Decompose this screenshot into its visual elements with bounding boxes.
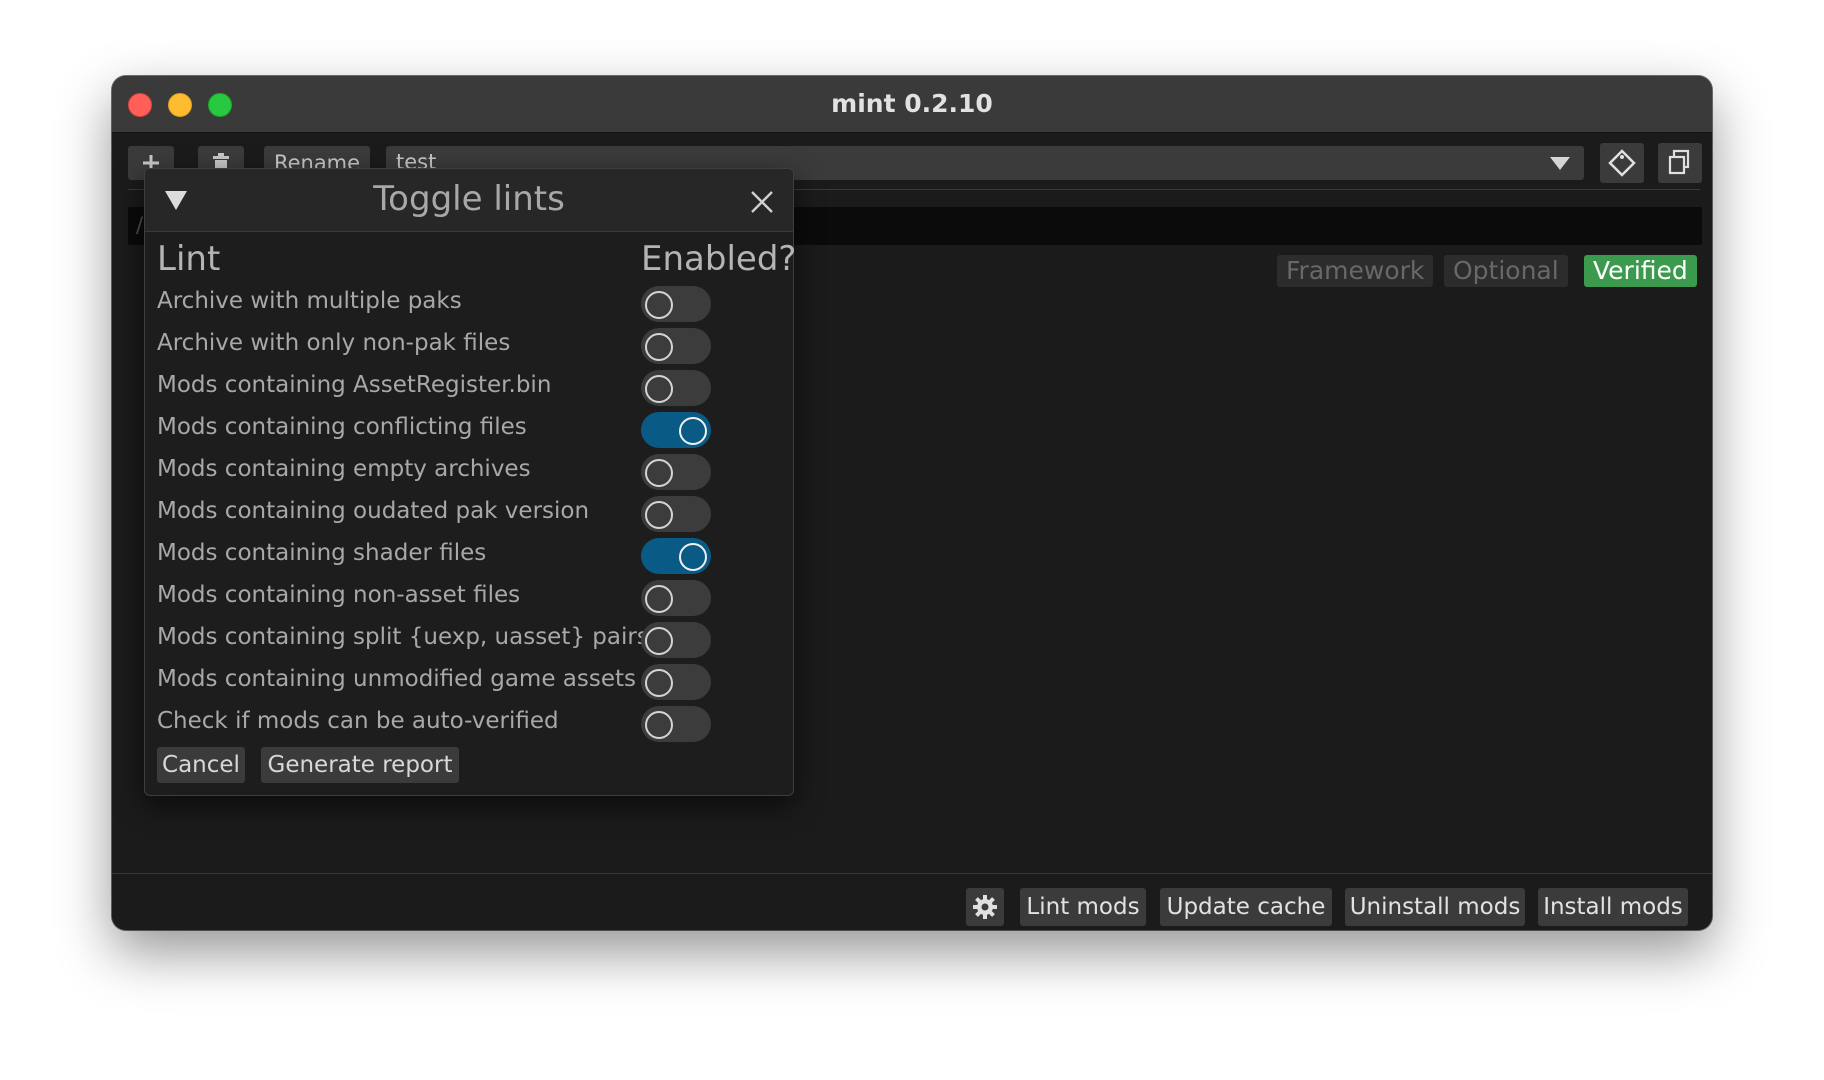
toggle-knob: [645, 333, 673, 361]
lint-row: Mods containing AssetRegister.bin: [145, 368, 793, 410]
enabled-column-header: Enabled?: [641, 239, 797, 279]
toggle-knob: [679, 417, 707, 445]
lint-mods-button[interactable]: Lint mods: [1020, 888, 1146, 926]
mod-url-input-text: /: [136, 213, 144, 237]
lint-toggle[interactable]: [641, 454, 711, 490]
toggle-knob: [645, 711, 673, 739]
lint-row: Mods containing oudated pak version: [145, 494, 793, 536]
chevron-down-icon: [1550, 157, 1570, 170]
copy-button[interactable]: [1658, 143, 1702, 183]
window-title: mint 0.2.10: [831, 89, 993, 118]
lint-toggle[interactable]: [641, 496, 711, 532]
lint-row: Mods containing conflicting files: [145, 410, 793, 452]
lint-row: Mods containing non-asset files: [145, 578, 793, 620]
filter-framework-chip[interactable]: Framework: [1277, 255, 1434, 287]
toggle-knob: [645, 627, 673, 655]
uninstall-mods-button[interactable]: Uninstall mods: [1345, 888, 1525, 926]
cancel-button[interactable]: Cancel: [157, 747, 245, 783]
toggle-knob: [645, 669, 673, 697]
lint-toggle[interactable]: [641, 412, 711, 448]
lint-toggle[interactable]: [641, 286, 711, 322]
toggle-knob: [645, 459, 673, 487]
lint-toggle[interactable]: [641, 370, 711, 406]
filter-verified-chip[interactable]: Verified: [1584, 255, 1697, 287]
toggle-knob: [645, 585, 673, 613]
lint-label: Archive with only non-pak files: [157, 330, 511, 356]
toggle-knob: [645, 375, 673, 403]
lint-label: Mods containing empty archives: [157, 456, 531, 482]
gear-icon: [973, 895, 997, 919]
lint-toggle[interactable]: [641, 664, 711, 700]
lint-label: Mods containing shader files: [157, 540, 487, 566]
lint-label: Mods containing AssetRegister.bin: [157, 372, 552, 398]
lint-toggle[interactable]: [641, 328, 711, 364]
generate-report-button[interactable]: Generate report: [261, 747, 459, 783]
copy-icon: [1668, 149, 1690, 175]
lint-label: Mods containing conflicting files: [157, 414, 527, 440]
lint-toggle[interactable]: [641, 622, 711, 658]
toggle-knob: [645, 501, 673, 529]
tag-button[interactable]: [1600, 143, 1644, 183]
title-bar: mint 0.2.10: [112, 76, 1712, 133]
lint-row: Archive with only non-pak files: [145, 326, 793, 368]
dialog-header: Toggle lints: [145, 169, 793, 232]
lint-toggle[interactable]: [641, 706, 711, 742]
toggle-knob: [645, 291, 673, 319]
lint-label: Archive with multiple paks: [157, 288, 462, 314]
lint-row: Mods containing unmodified game assets: [145, 662, 793, 704]
dialog-title: Toggle lints: [373, 179, 565, 219]
settings-button[interactable]: [966, 888, 1004, 926]
lint-column-header: Lint: [157, 239, 221, 279]
lint-row: Mods containing shader files: [145, 536, 793, 578]
lint-toggle[interactable]: [641, 580, 711, 616]
install-mods-button[interactable]: Install mods: [1538, 888, 1688, 926]
lint-label: Mods containing split {uexp, uasset} pai…: [157, 624, 649, 650]
lint-row: Mods containing split {uexp, uasset} pai…: [145, 620, 793, 662]
lint-row: Archive with multiple paks: [145, 284, 793, 326]
lint-label: Mods containing unmodified game assets: [157, 666, 637, 692]
lint-row: Check if mods can be auto-verified: [145, 704, 793, 746]
update-cache-button[interactable]: Update cache: [1160, 888, 1332, 926]
lint-label: Check if mods can be auto-verified: [157, 708, 559, 734]
toggle-lints-dialog: Toggle lints Lint Enabled? Archive with …: [144, 168, 797, 796]
toggle-knob: [679, 543, 707, 571]
status-bar-divider: [112, 873, 1712, 874]
close-icon[interactable]: [749, 189, 775, 215]
tag-icon: [1608, 149, 1636, 177]
lint-row: Mods containing empty archives: [145, 452, 793, 494]
lint-label: Mods containing non-asset files: [157, 582, 521, 608]
filter-optional-chip[interactable]: Optional: [1444, 255, 1568, 287]
lint-toggle[interactable]: [641, 538, 711, 574]
lint-label: Mods containing oudated pak version: [157, 498, 590, 524]
